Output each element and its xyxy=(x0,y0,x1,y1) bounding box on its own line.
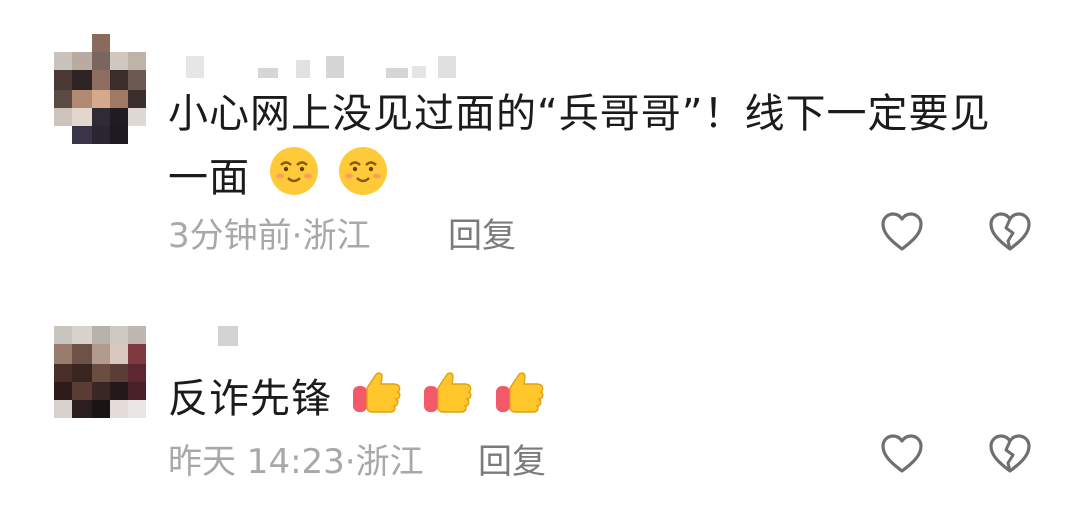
comment-text: 小心网上没见过面的“兵哥哥”！线下一定要见 一面 xyxy=(168,84,1028,209)
heart-outline-icon[interactable] xyxy=(878,430,926,478)
avatar[interactable] xyxy=(54,34,146,144)
reply-button[interactable]: 回复 xyxy=(448,208,516,257)
smiling-face-icon xyxy=(339,147,388,195)
username-mosaic[interactable] xyxy=(186,56,466,80)
meta-separator: · xyxy=(291,216,303,256)
comment-meta: 昨天 14:23·浙江 xyxy=(168,434,424,483)
location: 浙江 xyxy=(355,442,424,482)
timestamp: 3分钟前 xyxy=(168,216,292,256)
comment-text: 反诈先锋 xyxy=(168,364,1028,430)
comment-text-line: 反诈先锋 xyxy=(168,376,332,422)
reply-button[interactable]: 回复 xyxy=(478,434,546,483)
comment-text-line: 小心网上没见过面的“兵哥哥”！线下一定要见 xyxy=(168,91,991,137)
thumbs-up-icon xyxy=(496,372,544,413)
timestamp: 昨天 14:23 xyxy=(168,442,345,482)
location: 浙江 xyxy=(302,216,371,256)
thumbs-up-icon xyxy=(424,372,472,413)
username-mosaic[interactable] xyxy=(218,326,242,348)
comment-text-line: 一面 xyxy=(168,155,250,201)
broken-heart-icon[interactable] xyxy=(986,208,1034,256)
thumbs-up-icon xyxy=(352,372,401,413)
broken-heart-icon[interactable] xyxy=(986,430,1034,478)
comment-meta: 3分钟前·浙江 xyxy=(168,208,370,257)
avatar[interactable] xyxy=(54,326,146,418)
comment-item: 小心网上没见过面的“兵哥哥”！线下一定要见 一面 3分钟前·浙江 回复 xyxy=(0,0,1080,300)
meta-separator: · xyxy=(344,442,356,482)
comment-item: 反诈先锋 昨天 14:23·浙江 回复 xyxy=(0,300,1080,518)
smiling-face-icon xyxy=(269,147,318,195)
heart-outline-icon[interactable] xyxy=(878,208,926,256)
